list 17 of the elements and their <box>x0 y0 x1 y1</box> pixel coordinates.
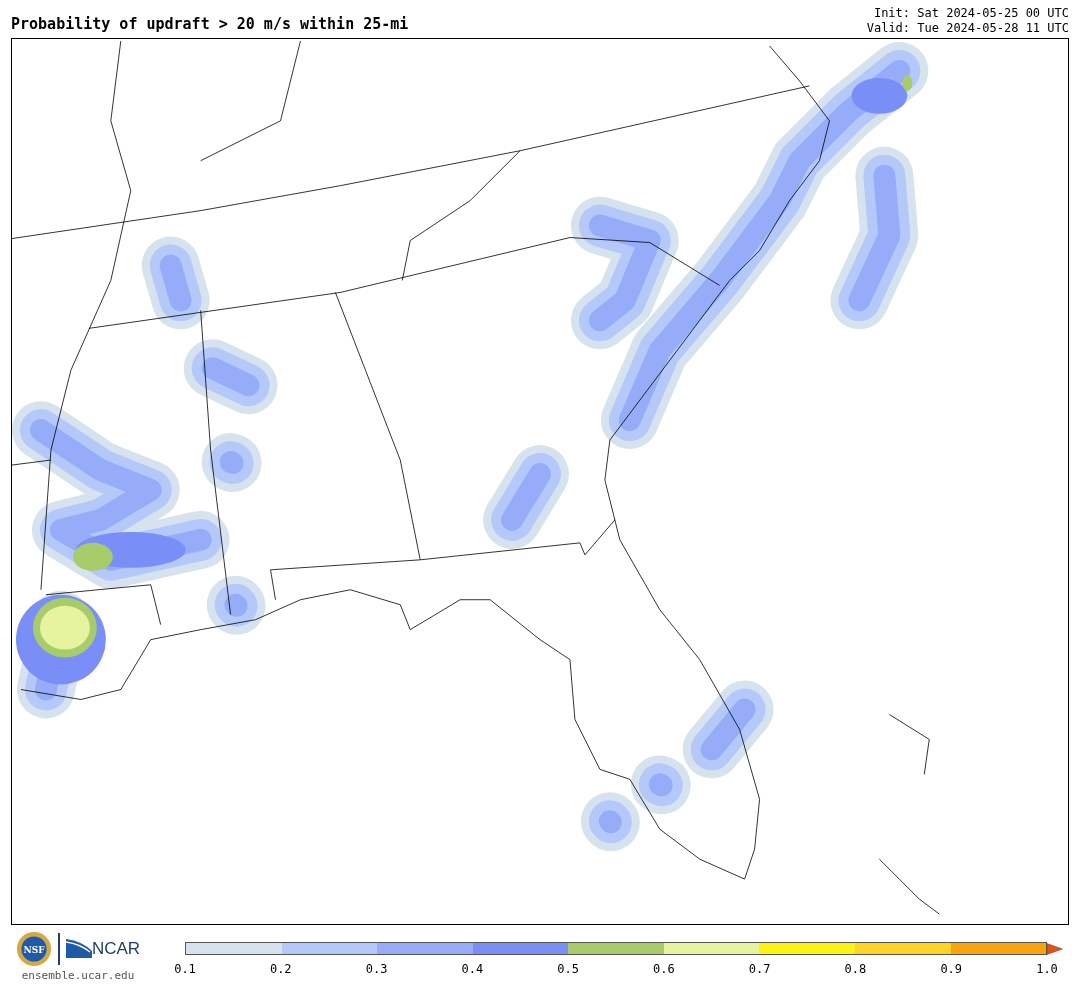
colorbar-tick-label: 1.0 <box>1036 962 1058 976</box>
valid-time: Valid: Tue 2024-05-28 11 UTC <box>866 21 1069 36</box>
colorbar-tick-label: 0.4 <box>461 962 484 976</box>
nsf-logo-icon: NSF <box>15 931 52 967</box>
colorbar-tick-label: 0.3 <box>365 962 388 976</box>
website-text: ensemble.ucar.edu <box>21 969 135 982</box>
init-time: Init: Sat 2024-05-25 00 UTC <box>873 6 1069 21</box>
colorbar-tick-label: 0.8 <box>844 962 867 976</box>
ncar-logo-text: NCAR <box>91 939 141 959</box>
colorbar-tick-label: 0.7 <box>748 962 771 976</box>
colorbar-tick-label: 0.5 <box>557 962 579 976</box>
colorbar-tick-label: 0.2 <box>269 962 292 976</box>
colorbar-tick-label: 0.1 <box>174 962 196 976</box>
colorbar-tick-label: 0.6 <box>653 962 675 976</box>
swoosh-icon <box>65 939 92 959</box>
map-title: Probability of updraft > 20 m/s within 25-mi <box>11 15 409 35</box>
colorbar-tick-label: 0.9 <box>940 962 963 976</box>
